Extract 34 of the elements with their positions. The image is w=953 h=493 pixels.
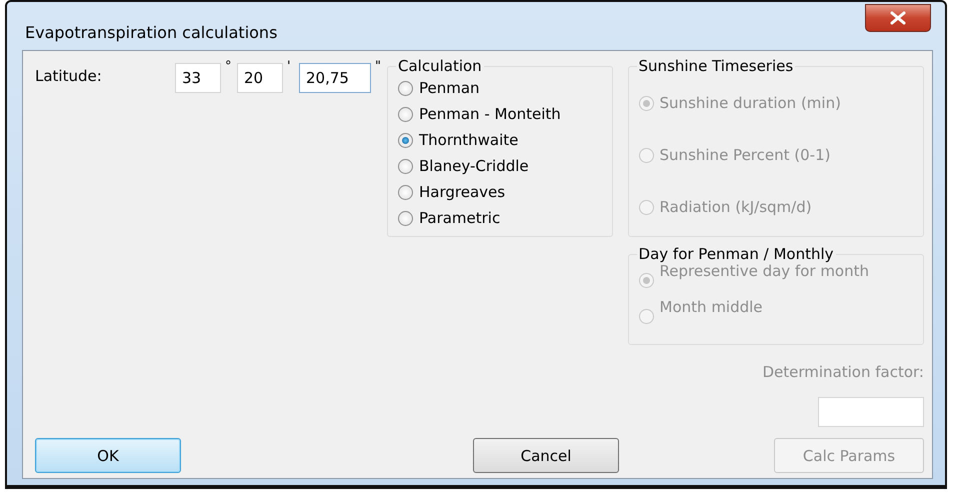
dialog-button[interactable]: Cancel (473, 438, 620, 473)
radio-button[interactable] (398, 184, 413, 200)
option-label: Penman - Monteith (419, 105, 561, 123)
radio-button[interactable] (398, 80, 413, 96)
option-label: Sunshine duration (min) (660, 94, 841, 112)
group-title: Sunshine Timeseries (638, 57, 794, 75)
unit-label: " (374, 59, 382, 74)
radio-button[interactable] (398, 132, 413, 148)
option-label: Penman (419, 79, 480, 97)
window-title: Evapotranspiration calculations (25, 22, 278, 42)
option-label: Radiation (kJ/sqm/d) (660, 198, 812, 216)
unit-label: ' (286, 59, 292, 74)
unit-label: ° (224, 59, 232, 74)
latitude-field[interactable]: 20,75 (299, 63, 371, 93)
option-label: Sunshine Percent (0-1) (660, 146, 830, 164)
close-button[interactable] (865, 4, 931, 32)
dialog-button[interactable]: OK (35, 438, 182, 473)
latitude-field[interactable]: 20 (237, 63, 283, 93)
radio-button[interactable] (398, 210, 413, 226)
determination-factor-label: Determination factor: (762, 363, 924, 381)
latitude-label: Latitude: (35, 66, 103, 87)
latitude-field[interactable]: 33 (175, 63, 221, 93)
option-label: Representive day for month (660, 263, 870, 280)
radio-button[interactable] (398, 158, 413, 174)
close-icon (889, 11, 907, 25)
group-title: Day for Penman / Monthly (638, 245, 835, 263)
option-label: Hargreaves (419, 183, 506, 201)
option-label: Blaney-Criddle (419, 157, 529, 175)
radio-button[interactable] (398, 106, 413, 122)
group-title: Calculation (397, 57, 483, 75)
option-label: Month middle (660, 299, 764, 316)
determination-factor-field[interactable] (818, 397, 924, 427)
option-label: Parametric (419, 209, 500, 227)
option-label: Thornthwaite (419, 131, 518, 149)
